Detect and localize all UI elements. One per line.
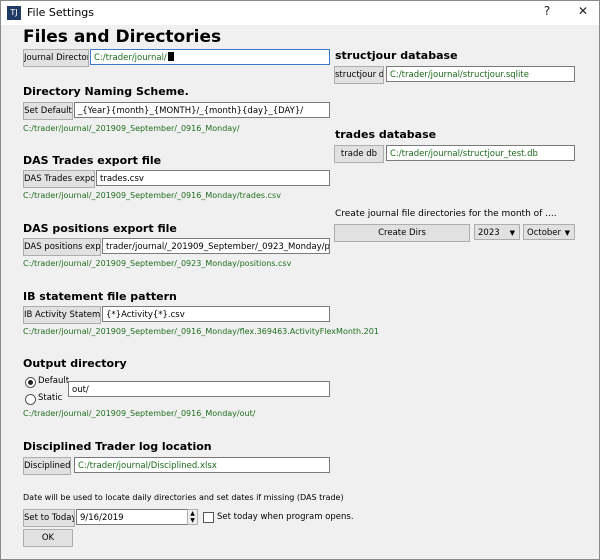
disciplined-input[interactable]: C:/trader/journal/Disciplined.xlsx [74, 457, 330, 473]
set-default-button[interactable]: Set Default [23, 102, 73, 120]
das-positions-export-button[interactable]: DAS positions export [23, 238, 101, 256]
ib-pattern-input[interactable]: {*}Activity{*}.csv [102, 306, 330, 322]
title-bar: TJ File Settings ? ✕ [1, 1, 599, 25]
close-icon[interactable]: ✕ [573, 4, 593, 18]
chevron-down-icon: ▼ [564, 229, 570, 237]
page-title: Files and Directories [23, 27, 222, 47]
das-positions-input[interactable]: trader/journal/_201909_September/_0923_M… [102, 238, 330, 254]
structjour-db-button[interactable]: structjour db [334, 66, 384, 84]
trades-db-heading: trades database [335, 128, 437, 141]
das-trades-path: C:/trader/journal/_201909_September/_091… [23, 191, 281, 200]
date-input[interactable]: 9/16/2019 [76, 509, 188, 525]
ib-activity-statement-button[interactable]: IB Activity Statement [23, 306, 101, 324]
year-select[interactable]: 2023 ▼ [474, 224, 520, 240]
set-to-today-button[interactable]: Set to Today [23, 509, 75, 527]
naming-path: C:/trader/journal/_201909_September/_091… [23, 124, 240, 133]
trades-db-input[interactable]: C:/trader/journal/structjour_test.db [386, 145, 575, 161]
structjour-db-heading: structjour database [335, 49, 458, 62]
app-icon: TJ [7, 6, 21, 20]
disciplined-button[interactable]: Disciplined [23, 457, 71, 475]
radio-default-label: Default [38, 376, 70, 386]
trade-db-button[interactable]: trade db [334, 145, 384, 163]
help-icon[interactable]: ? [537, 4, 557, 18]
set-today-label: Set today when program opens. [217, 512, 354, 522]
das-positions-heading: DAS positions export file [23, 222, 177, 235]
output-directory-input[interactable]: out/ [68, 381, 330, 397]
ib-path: C:/trader/journal/_201909_September/_091… [23, 327, 379, 336]
output-heading: Output directory [23, 357, 127, 370]
naming-heading: Directory Naming Scheme. [23, 85, 189, 98]
month-value: October [527, 228, 562, 238]
journal-directory-value: C:/trader/journal/ [94, 53, 167, 63]
file-settings-window: TJ File Settings ? ✕ Files and Directori… [0, 0, 600, 560]
create-dirs-heading: Create journal file directories for the … [335, 209, 557, 219]
das-positions-path: C:/trader/journal/_201909_September/_092… [23, 259, 292, 268]
chevron-down-icon: ▼ [509, 229, 515, 237]
das-trades-export-button[interactable]: DAS Trades export [23, 170, 95, 188]
naming-scheme-input[interactable]: _{Year}{month}_{MONTH}/_{month}{day}_{DA… [74, 102, 330, 118]
create-dirs-button[interactable]: Create Dirs [334, 224, 470, 242]
date-spinner[interactable]: ▲ ▼ [187, 509, 198, 525]
journal-directory-input[interactable]: C:/trader/journal/ [90, 49, 330, 65]
structjour-db-input[interactable]: C:/trader/journal/structjour.sqlite [386, 66, 575, 82]
output-path: C:/trader/journal/_201909_September/_091… [23, 409, 256, 418]
ib-heading: IB statement file pattern [23, 290, 177, 303]
date-note: Date will be used to locate daily direct… [23, 493, 344, 502]
text-cursor [167, 52, 174, 61]
disciplined-heading: Disciplined Trader log location [23, 440, 212, 453]
set-today-checkbox[interactable] [203, 512, 214, 523]
das-trades-heading: DAS Trades export file [23, 154, 162, 167]
radio-static[interactable] [25, 394, 36, 405]
das-trades-input[interactable]: trades.csv [96, 170, 330, 186]
ok-button[interactable]: OK [23, 529, 73, 547]
radio-default[interactable] [25, 377, 36, 388]
window-title: File Settings [27, 6, 95, 19]
month-select[interactable]: October ▼ [523, 224, 575, 240]
journal-directory-button[interactable]: Journal Directory [23, 49, 89, 67]
year-value: 2023 [478, 228, 500, 238]
radio-static-label: Static [38, 393, 63, 403]
